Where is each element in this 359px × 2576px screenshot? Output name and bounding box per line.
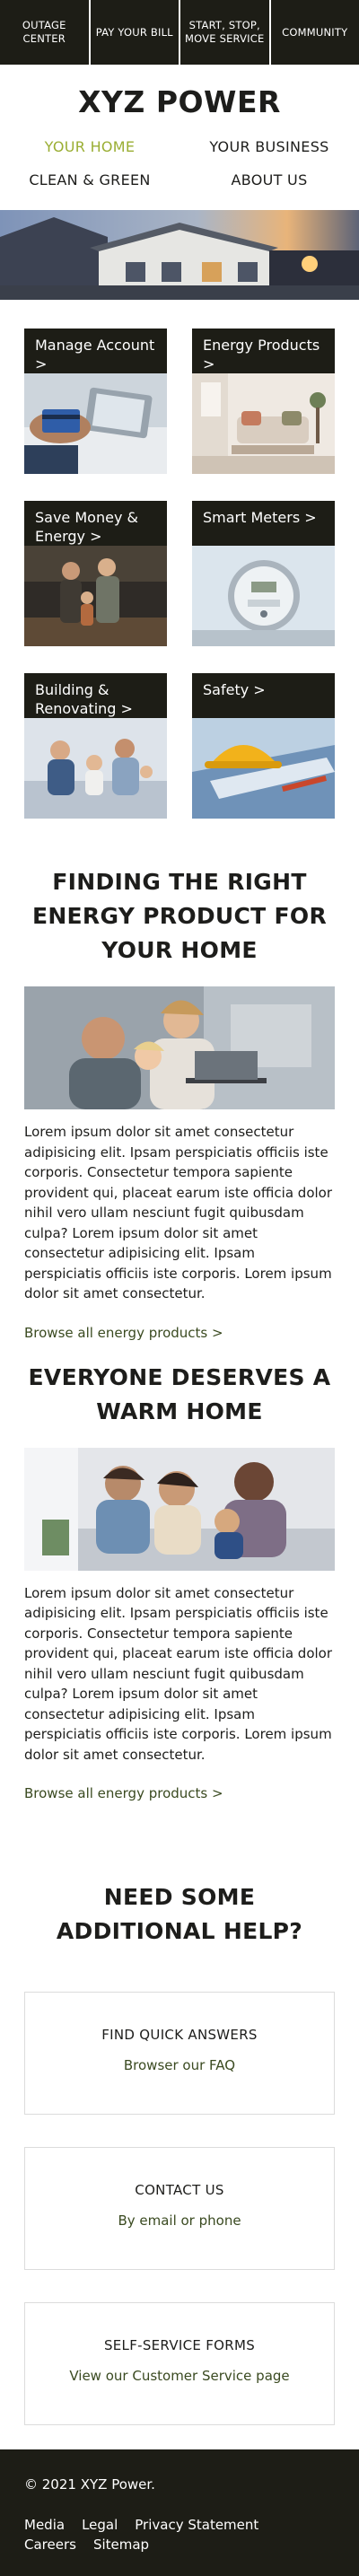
footer-link-legal[interactable]: Legal: [82, 2515, 118, 2535]
article-body: Lorem ipsum dolor sit amet consectetur a…: [24, 1122, 335, 1304]
house-at-dusk-photo: [0, 210, 359, 300]
electric-meter-photo: [192, 546, 335, 646]
help-section: NEED SOME ADDITIONAL HELP? FIND QUICK AN…: [0, 1880, 359, 2425]
section-heading: EVERYONE DESERVES A WARM HOME: [24, 1361, 335, 1429]
contact-link[interactable]: By email or phone: [118, 2212, 241, 2229]
topnav-outage-center[interactable]: OUTAGE CENTER: [0, 0, 89, 65]
hero-image: [0, 210, 359, 300]
article-body: Lorem ipsum dolor sit amet consectetur a…: [24, 1583, 335, 1766]
tile-building-renovating[interactable]: Building & Renovating >: [24, 673, 167, 819]
footer-link-privacy[interactable]: Privacy Statement: [135, 2515, 258, 2535]
tile-save-money-energy[interactable]: Save Money & Energy >: [24, 501, 167, 646]
article-warm-home: EVERYONE DESERVES A WARM HOME Lorem ipsu…: [0, 1361, 359, 1802]
quick-links-grid: Manage Account > Energy Products >: [0, 300, 359, 846]
tile-label: Manage Account >: [24, 329, 167, 373]
hands-with-card-and-phone-photo: [24, 373, 167, 474]
family-walking-photo: [24, 546, 167, 646]
tile-safety[interactable]: Safety >: [192, 673, 335, 819]
tile-label: Smart Meters >: [192, 501, 335, 546]
topnav-start-stop-move[interactable]: START, STOP, MOVE SERVICE: [180, 0, 269, 65]
footer-nav: Media Legal Privacy Statement Careers Si…: [24, 2515, 335, 2554]
tile-label: Energy Products >: [192, 329, 335, 373]
customer-service-link[interactable]: View our Customer Service page: [69, 2368, 289, 2384]
site-logo[interactable]: XYZ POWER: [0, 65, 359, 129]
nav-about-us[interactable]: ABOUT US: [180, 171, 359, 188]
footer-link-media[interactable]: Media: [24, 2515, 65, 2535]
hard-hat-and-blueprints-photo: [192, 718, 335, 819]
tile-energy-products[interactable]: Energy Products >: [192, 329, 335, 474]
tile-label: Save Money & Energy >: [24, 501, 167, 546]
help-card-contact: CONTACT US By email or phone: [24, 2147, 335, 2270]
main-nav: YOUR HOME YOUR BUSINESS CLEAN & GREEN AB…: [0, 129, 359, 210]
help-card-title: SELF-SERVICE FORMS: [25, 2337, 334, 2353]
family-on-couch-photo: [24, 1448, 335, 1571]
family-on-sofa-photo: [24, 718, 167, 819]
utility-nav: OUTAGE CENTER PAY YOUR BILL START, STOP,…: [0, 0, 359, 65]
tile-smart-meters[interactable]: Smart Meters >: [192, 501, 335, 646]
footer-link-sitemap[interactable]: Sitemap: [93, 2535, 149, 2554]
help-card-title: FIND QUICK ANSWERS: [25, 2027, 334, 2043]
family-with-laptop-photo: [24, 986, 335, 1109]
article-energy-products: FINDING THE RIGHT ENERGY PRODUCT FOR YOU…: [0, 865, 359, 1341]
nav-your-home[interactable]: YOUR HOME: [0, 138, 180, 155]
help-card-forms: SELF-SERVICE FORMS View our Customer Ser…: [24, 2302, 335, 2425]
browse-energy-products-link[interactable]: Browse all energy products >: [24, 1325, 223, 1341]
topnav-community[interactable]: COMMUNITY: [271, 0, 359, 65]
faq-link[interactable]: Browser our FAQ: [124, 2057, 235, 2073]
help-card-faq: FIND QUICK ANSWERS Browser our FAQ: [24, 1992, 335, 2115]
help-card-title: CONTACT US: [25, 2182, 334, 2198]
tile-label: Building & Renovating >: [24, 673, 167, 718]
copyright: © 2021 XYZ Power.: [24, 2476, 335, 2493]
section-heading: FINDING THE RIGHT ENERGY PRODUCT FOR YOU…: [24, 865, 335, 968]
living-room-photo: [192, 373, 335, 474]
nav-clean-green[interactable]: CLEAN & GREEN: [0, 171, 180, 188]
browse-energy-products-link[interactable]: Browse all energy products >: [24, 1785, 223, 1801]
topnav-pay-bill[interactable]: PAY YOUR BILL: [91, 0, 180, 65]
nav-your-business[interactable]: YOUR BUSINESS: [180, 138, 359, 155]
tile-label: Safety >: [192, 673, 335, 718]
tile-manage-account[interactable]: Manage Account >: [24, 329, 167, 474]
section-heading: NEED SOME ADDITIONAL HELP?: [24, 1880, 335, 1949]
footer-link-careers[interactable]: Careers: [24, 2535, 76, 2554]
